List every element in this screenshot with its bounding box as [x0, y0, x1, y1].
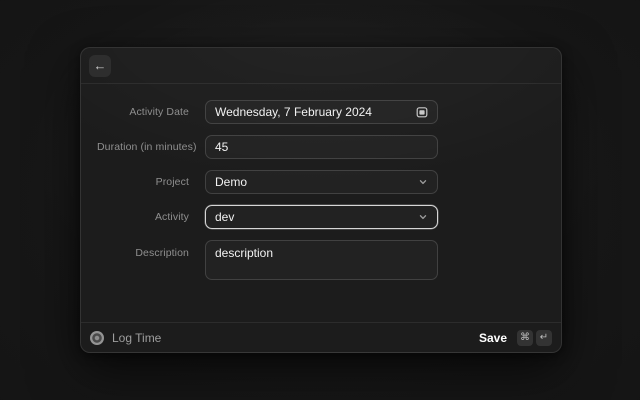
activity-date-value: Wednesday, 7 February 2024	[215, 105, 416, 119]
project-select[interactable]: Demo	[205, 170, 438, 194]
chevron-down-icon	[418, 212, 428, 222]
log-time-form: Activity Date Wednesday, 7 February 2024…	[81, 84, 561, 322]
back-button[interactable]: ←	[89, 55, 111, 77]
description-textarea[interactable]: description	[205, 240, 438, 280]
duration-input[interactable]: 45	[205, 135, 438, 159]
activity-date-input[interactable]: Wednesday, 7 February 2024	[205, 100, 438, 124]
description-value: description	[215, 246, 428, 260]
window-header: ←	[81, 48, 561, 84]
activity-value: dev	[215, 210, 418, 224]
project-row: Project Demo	[81, 170, 561, 194]
extension-icon	[90, 331, 104, 345]
command-key-icon: ⌘	[517, 330, 533, 346]
log-time-window: ← Activity Date Wednesday, 7 February 20…	[80, 47, 562, 353]
activity-date-label: Activity Date	[97, 106, 189, 118]
command-name: Log Time	[112, 331, 161, 345]
description-row: Description description	[81, 240, 561, 280]
chevron-down-icon	[418, 177, 428, 187]
description-label: Description	[97, 240, 189, 259]
save-button[interactable]: Save	[479, 331, 507, 345]
back-arrow-icon: ←	[94, 59, 107, 72]
project-value: Demo	[215, 175, 418, 189]
calendar-icon[interactable]	[416, 106, 428, 118]
duration-label: Duration (in minutes)	[97, 141, 189, 153]
duration-value: 45	[215, 140, 428, 154]
activity-select[interactable]: dev	[205, 205, 438, 229]
project-label: Project	[97, 176, 189, 188]
activity-date-row: Activity Date Wednesday, 7 February 2024	[81, 100, 561, 124]
activity-row: Activity dev	[81, 205, 561, 229]
action-bar: Log Time Save ⌘ ↵	[81, 322, 561, 352]
activity-label: Activity	[97, 211, 189, 223]
return-key-icon: ↵	[536, 330, 552, 346]
save-action[interactable]: Save ⌘ ↵	[479, 330, 552, 346]
duration-row: Duration (in minutes) 45	[81, 135, 561, 159]
